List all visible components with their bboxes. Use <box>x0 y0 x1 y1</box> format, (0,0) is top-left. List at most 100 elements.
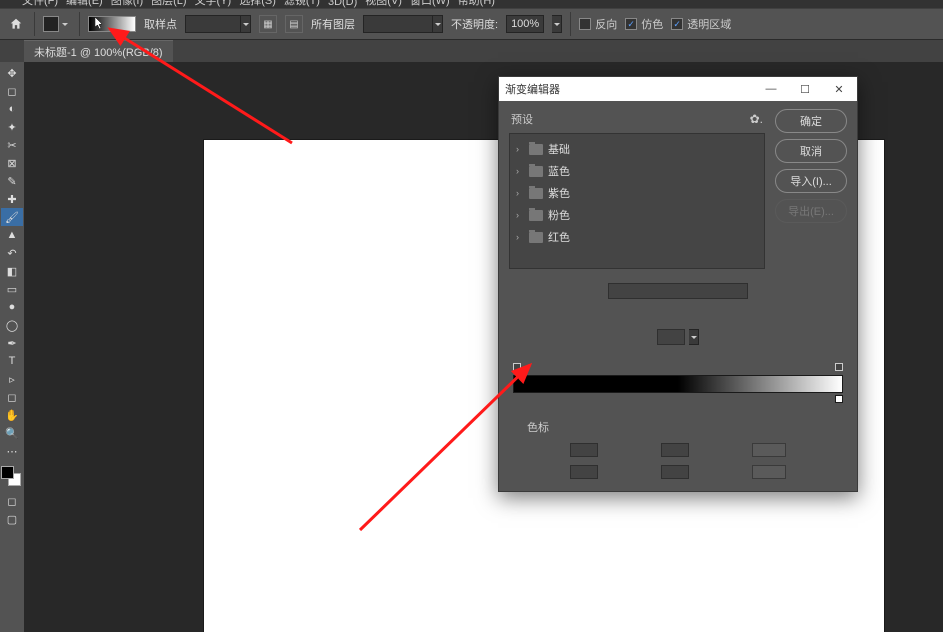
options-bar: 取样点 ▦ ▤ 所有图层 不透明度: 100% 反向 ✓ 仿色 ✓ 透明区域 <box>0 8 943 40</box>
menu-type[interactable]: 文字(Y) <box>195 0 232 8</box>
history-brush-tool[interactable]: ↶ <box>1 244 23 262</box>
folder-icon <box>529 210 543 221</box>
reverse-label: 反向 <box>595 16 617 32</box>
menu-3d[interactable]: 3D(D) <box>328 0 357 8</box>
mode-icon-1[interactable]: ▦ <box>259 15 277 33</box>
menu-edit[interactable]: 编辑(E) <box>66 0 103 8</box>
import-button[interactable]: 导入(I)... <box>775 169 847 193</box>
lasso-tool[interactable]: ◐ <box>1 100 23 118</box>
menu-select[interactable]: 选择(S) <box>239 0 276 8</box>
color-stops-label: 色标 <box>509 419 847 435</box>
opacity-dropdown-arrow[interactable] <box>552 15 562 33</box>
gradient-picker[interactable] <box>88 16 136 32</box>
blur-tool[interactable]: ● <box>1 298 23 316</box>
divider <box>34 12 35 36</box>
preset-folder[interactable]: ›基础 <box>514 138 760 160</box>
wand-tool[interactable]: ✦ <box>1 118 23 136</box>
checkbox-box: ✓ <box>625 18 637 30</box>
color-control[interactable] <box>570 465 598 479</box>
brush-tool[interactable]: 🖌 <box>1 208 23 226</box>
opacity-stops-row[interactable] <box>513 363 843 373</box>
location-control-2[interactable] <box>661 465 689 479</box>
gradient-name-input[interactable] <box>608 283 748 299</box>
maximize-button[interactable]: ☐ <box>793 80 817 98</box>
preset-folder-label: 基础 <box>548 141 570 157</box>
checkbox-box <box>579 18 591 30</box>
hand-tool[interactable]: ✋ <box>1 406 23 424</box>
preset-folder[interactable]: ›紫色 <box>514 182 760 204</box>
preset-folder[interactable]: ›粉色 <box>514 204 760 226</box>
gear-icon[interactable]: ✿. <box>750 112 763 126</box>
color-stops-row[interactable] <box>513 395 843 405</box>
type-dropdown-arrow[interactable] <box>689 329 699 345</box>
mode-icon-2[interactable]: ▤ <box>285 15 303 33</box>
screen-mode[interactable]: ▢ <box>1 510 23 528</box>
crop-tool[interactable]: ✂ <box>1 136 23 154</box>
folder-icon <box>529 166 543 177</box>
preset-folder-label: 紫色 <box>548 185 570 201</box>
home-button[interactable] <box>6 14 26 34</box>
opacity-label: 不透明度: <box>451 16 498 32</box>
minimize-button[interactable]: — <box>759 80 783 98</box>
shape-tool[interactable]: ◻ <box>1 388 23 406</box>
reverse-checkbox[interactable]: 反向 <box>579 16 617 32</box>
preset-folder[interactable]: ›红色 <box>514 226 760 248</box>
gradient-editor-dialog: 渐变编辑器 — ☐ ✕ 预设 ✿. ›基础 ›蓝色 ›紫色 ›粉色 ›红色 <box>498 76 858 492</box>
dialog-title: 渐变编辑器 <box>505 81 759 97</box>
eyedropper-tool[interactable]: ✎ <box>1 172 23 190</box>
foreground-color[interactable] <box>1 466 14 479</box>
menu-help[interactable]: 帮助(H) <box>458 0 495 8</box>
menu-window[interactable]: 窗口(W) <box>410 0 450 8</box>
menu-file[interactable]: 文件(F) <box>22 0 58 8</box>
layers-dropdown-arrow[interactable] <box>433 15 443 33</box>
sample-dropdown-arrow[interactable] <box>241 15 251 33</box>
menu-view[interactable]: 视图(V) <box>365 0 402 8</box>
gradient-type-select[interactable] <box>657 329 685 345</box>
close-button[interactable]: ✕ <box>827 80 851 98</box>
color-stop-right[interactable] <box>835 395 843 403</box>
zoom-tool[interactable]: 🔍 <box>1 424 23 442</box>
gradient-preview-bar[interactable] <box>513 375 843 393</box>
opacity-control[interactable] <box>570 443 598 457</box>
opacity-stop-right[interactable] <box>835 363 843 371</box>
delete-stop-1[interactable] <box>752 443 786 457</box>
sample-input[interactable] <box>185 15 241 33</box>
preset-folder-label: 粉色 <box>548 207 570 223</box>
folder-icon <box>529 144 543 155</box>
type-tool[interactable]: T <box>1 352 23 370</box>
quick-mask[interactable]: ◻ <box>1 492 23 510</box>
color-swatches[interactable] <box>1 466 21 486</box>
delete-stop-2[interactable] <box>752 465 786 479</box>
tool-preset-picker[interactable] <box>43 16 59 32</box>
menu-layer[interactable]: 图层(L) <box>151 0 186 8</box>
menu-filter[interactable]: 滤镜(T) <box>284 0 320 8</box>
tools-panel: ✥ ◻ ◐ ✦ ✂ ⊠ ✎ ✚ 🖌 ▲ ↶ ◧ ▭ ● ◯ ✒ T ▹ ◻ ✋ … <box>0 62 24 632</box>
path-tool[interactable]: ▹ <box>1 370 23 388</box>
pen-tool[interactable]: ✒ <box>1 334 23 352</box>
dither-checkbox[interactable]: ✓ 仿色 <box>625 16 663 32</box>
presets-label: 预设 <box>511 111 533 127</box>
ok-button[interactable]: 确定 <box>775 109 847 133</box>
location-control-1[interactable] <box>661 443 689 457</box>
more-tools[interactable]: ⋯ <box>1 442 23 460</box>
dialog-titlebar[interactable]: 渐变编辑器 — ☐ ✕ <box>499 77 857 101</box>
marquee-tool[interactable]: ◻ <box>1 82 23 100</box>
frame-tool[interactable]: ⊠ <box>1 154 23 172</box>
preset-folder[interactable]: ›蓝色 <box>514 160 760 182</box>
folder-icon <box>529 232 543 243</box>
eraser-tool[interactable]: ◧ <box>1 262 23 280</box>
menu-image[interactable]: 图像(I) <box>111 0 143 8</box>
layers-input[interactable] <box>363 15 433 33</box>
move-tool[interactable]: ✥ <box>1 64 23 82</box>
healing-tool[interactable]: ✚ <box>1 190 23 208</box>
opacity-value[interactable]: 100% <box>511 18 539 30</box>
stamp-tool[interactable]: ▲ <box>1 226 23 244</box>
checkbox-box: ✓ <box>671 18 683 30</box>
presets-list[interactable]: ›基础 ›蓝色 ›紫色 ›粉色 ›红色 <box>509 133 765 269</box>
dodge-tool[interactable]: ◯ <box>1 316 23 334</box>
gradient-tool[interactable]: ▭ <box>1 280 23 298</box>
cancel-button[interactable]: 取消 <box>775 139 847 163</box>
document-tab[interactable]: 未标题-1 @ 100%(RGB/8) <box>24 40 173 63</box>
opacity-stop-left[interactable] <box>513 363 521 371</box>
transparency-checkbox[interactable]: ✓ 透明区域 <box>671 16 731 32</box>
